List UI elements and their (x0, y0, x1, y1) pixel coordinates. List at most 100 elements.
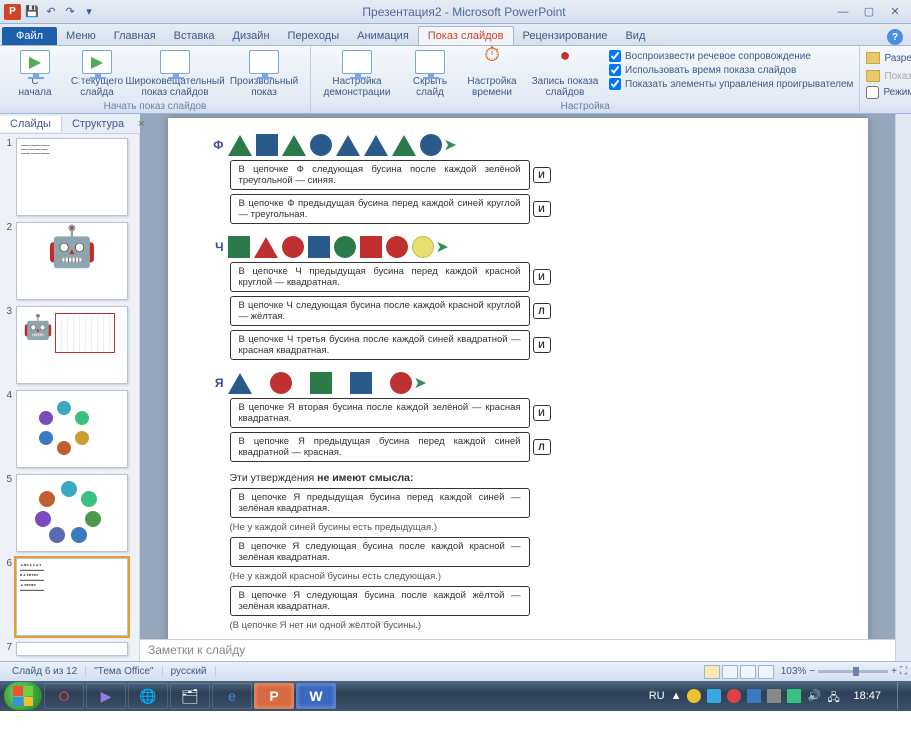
thumb-5[interactable]: 5 (2, 474, 137, 552)
task-opera[interactable]: O (44, 683, 84, 709)
caption-n2: (Не у каждой красной бусины есть следующ… (230, 571, 828, 582)
task-ie[interactable]: e (212, 683, 252, 709)
notes-pane[interactable]: Заметки к слайду (140, 639, 895, 661)
task-mediaplayer[interactable]: ▶ (86, 683, 126, 709)
tray-lang[interactable]: RU (649, 690, 665, 702)
canvas-scroll[interactable]: Ф ➤ В цепочке Ф следующая бусина после к… (140, 114, 895, 639)
ribbon-group-start: ▶С начала ▶С текущего слайда Широковещат… (0, 46, 311, 113)
task-explorer[interactable]: 🗂 (170, 683, 210, 709)
thumb-4[interactable]: 4 (2, 390, 137, 468)
tray-network-icon[interactable]: 🖧 (827, 689, 841, 703)
btn-from-beginning[interactable]: ▶С начала (6, 48, 64, 98)
btn-hide-slide[interactable]: Скрыть слайд (401, 48, 459, 98)
tab-home[interactable]: Главная (105, 27, 165, 45)
bead (256, 134, 278, 156)
status-lang[interactable]: русский (163, 666, 216, 677)
resolution-icon (866, 52, 880, 64)
tray-icon[interactable] (707, 689, 721, 703)
slide-stage: Ф ➤ В цепочке Ф следующая бусина после к… (140, 114, 895, 661)
thumb-7[interactable]: 7 (2, 642, 137, 656)
panel-tab-slides[interactable]: Слайды (0, 116, 62, 132)
close-button[interactable]: ✕ (883, 4, 907, 20)
statement-ya2: В цепочке Я предыдущая бусина перед кажд… (230, 432, 530, 462)
bead (360, 236, 382, 258)
tab-insert[interactable]: Вставка (165, 27, 224, 45)
nosense-heading: Эти утверждения не имеют смысла: (230, 472, 828, 484)
help-icon[interactable]: ? (887, 29, 903, 45)
arrow-icon: ➤ (414, 373, 427, 393)
btn-rehearse[interactable]: ⏱Настройка времени (463, 48, 521, 98)
zoom-slider[interactable] (818, 670, 888, 673)
statement-ch3: В цепочке Ч третья бусина после каждой с… (230, 330, 530, 360)
tray-icon[interactable] (687, 689, 701, 703)
thumb-2[interactable]: 2🤖 (2, 222, 137, 300)
btn-setup-show[interactable]: Настройка демонстрации (317, 48, 397, 98)
view-reading-icon[interactable] (740, 665, 756, 679)
show-desktop-button[interactable] (897, 682, 907, 710)
vertical-scrollbar[interactable] (895, 114, 911, 661)
slide-thumbnails[interactable]: 1▬▬▬ ▬▬▬ ▬▬▬▬▬ ▬▬ ▬▬ ▬▬▬▬▬ ▬▬▬ ▬▬▬ 2🤖 3🤖… (0, 114, 140, 661)
btn-custom-show[interactable]: Произвольный показ (224, 48, 304, 98)
qat-save-icon[interactable]: 💾 (24, 4, 40, 20)
tray-icon[interactable] (747, 689, 761, 703)
tab-transitions[interactable]: Переходы (279, 27, 349, 45)
tray-icon[interactable] (767, 689, 781, 703)
zoom-value: 103% (781, 666, 807, 677)
tab-file[interactable]: Файл (2, 27, 57, 45)
thumb-1[interactable]: 1▬▬▬ ▬▬▬ ▬▬▬▬▬ ▬▬ ▬▬ ▬▬▬▬▬ ▬▬▬ ▬▬▬ (2, 138, 137, 216)
bead (336, 134, 360, 156)
bead (308, 236, 330, 258)
zoom-in-icon[interactable]: + (891, 666, 897, 677)
chk-media-controls[interactable]: Показать элементы управления проигрывате… (609, 78, 853, 90)
workspace: 1▬▬▬ ▬▬▬ ▬▬▬▬▬ ▬▬ ▬▬ ▬▬▬▬▬ ▬▬▬ ▬▬▬ 2🤖 3🤖… (0, 114, 911, 661)
qat-redo-icon[interactable]: ↷ (62, 4, 78, 20)
maximize-button[interactable]: ▢ (857, 4, 881, 20)
bead (254, 237, 278, 258)
chk-presenter-view[interactable]: Режим докладчика (866, 86, 911, 99)
task-word[interactable]: W (296, 683, 336, 709)
task-powerpoint[interactable]: P (254, 683, 294, 709)
tab-view[interactable]: Вид (616, 27, 654, 45)
qat-undo-icon[interactable]: ↶ (43, 4, 59, 20)
thumb-6[interactable]: 6▲■●▲●▲●▬▬▬▬▬▬■▲●■●■●▬▬▬▬▬▬▲●■●■●▬▬▬▬▬▬ (2, 558, 137, 636)
tray-icon[interactable] (787, 689, 801, 703)
tab-review[interactable]: Рецензирование (514, 27, 617, 45)
slide-canvas[interactable]: Ф ➤ В цепочке Ф следующая бусина после к… (168, 118, 868, 639)
qat-customize-icon[interactable]: ▾ (81, 4, 97, 20)
panel-tab-outline[interactable]: Структура (62, 116, 134, 132)
btn-broadcast[interactable]: Широковещательный показ слайдов (130, 48, 220, 98)
bead (364, 134, 388, 156)
start-button[interactable] (4, 682, 42, 710)
tray-volume-icon[interactable]: 🔊 (807, 689, 821, 703)
tray-icon[interactable] (727, 689, 741, 703)
btn-record[interactable]: ●Запись показа слайдов (525, 48, 605, 98)
zoom-out-icon[interactable]: − (809, 666, 815, 677)
chk-narration[interactable]: Воспроизвести речевое сопровождение (609, 50, 853, 62)
tab-design[interactable]: Дизайн (224, 27, 279, 45)
tray-clock[interactable]: 18:47 (847, 690, 887, 702)
ribbon-group-setup: Настройка демонстрации Скрыть слайд ⏱Нас… (311, 46, 860, 113)
zoom-control[interactable]: 103% − + ⛶ (781, 666, 907, 677)
view-slideshow-icon[interactable] (758, 665, 774, 679)
minimize-button[interactable]: — (831, 4, 855, 20)
tray-flag-icon[interactable]: ▲ (671, 690, 682, 702)
caption-n3: (В цепочке Я нет ни одной жёлтой бусины.… (230, 620, 828, 631)
view-sorter-icon[interactable] (722, 665, 738, 679)
zoom-fit-icon[interactable]: ⛶ (900, 666, 907, 677)
bead (420, 134, 442, 156)
btn-from-current[interactable]: ▶С текущего слайда (68, 48, 126, 98)
window-controls: — ▢ ✕ (831, 4, 907, 20)
setup-checkboxes: Воспроизвести речевое сопровождение Испо… (609, 48, 853, 90)
view-normal-icon[interactable] (704, 665, 720, 679)
tab-menu[interactable]: Меню (57, 27, 105, 45)
statement-n3: В цепочке Я следующая бусина после каждо… (230, 586, 530, 616)
tab-slideshow[interactable]: Показ слайдов (418, 26, 514, 45)
bead (386, 236, 408, 258)
thumb-3[interactable]: 3🤖 (2, 306, 137, 384)
arrow-icon: ➤ (436, 237, 449, 257)
task-chrome[interactable]: 🌐 (128, 683, 168, 709)
chain-ya-label: Я (208, 376, 224, 390)
status-slide: Слайд 6 из 12 (4, 666, 86, 677)
chk-timings[interactable]: Использовать время показа слайдов (609, 64, 853, 76)
tab-animations[interactable]: Анимация (348, 27, 418, 45)
